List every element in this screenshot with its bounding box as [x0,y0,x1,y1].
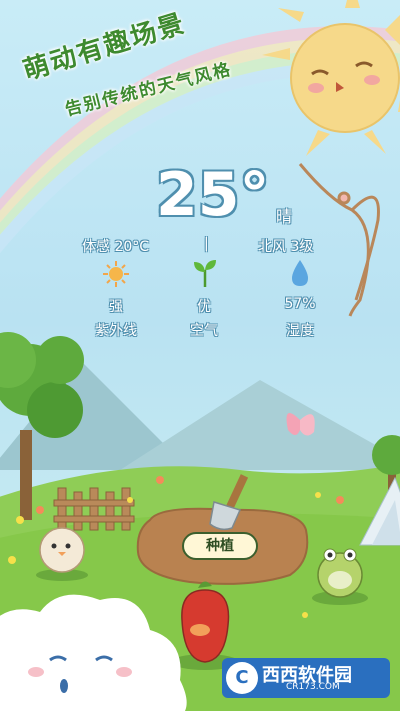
fence [53,487,135,531]
watermark-url: CR173.COM [286,682,340,692]
sprout-icon [194,260,216,287]
air-quality-value: 优 [197,299,211,315]
watermark-logo: C [226,662,258,694]
sun-icon [103,261,129,287]
weather-condition: 晴 [276,207,293,226]
plant-button[interactable]: 种植 [182,532,258,560]
temperature-display: 25° [156,160,270,230]
uv-value: 强 [109,299,123,315]
wind-info: 北风 3级 [258,239,314,255]
feels-like-temperature: 体感 20°C [82,239,150,255]
watermark-banner: C 西西软件园 CR173.COM [222,658,390,698]
air-quality-label: 空气 [190,323,218,339]
scene-illustration [0,0,400,711]
water-drop-icon [292,260,308,286]
info-separator: | [204,236,209,252]
humidity-label: 湿度 [286,323,314,339]
uv-label: 紫外线 [95,323,137,339]
humidity-value: 57% [284,296,316,312]
